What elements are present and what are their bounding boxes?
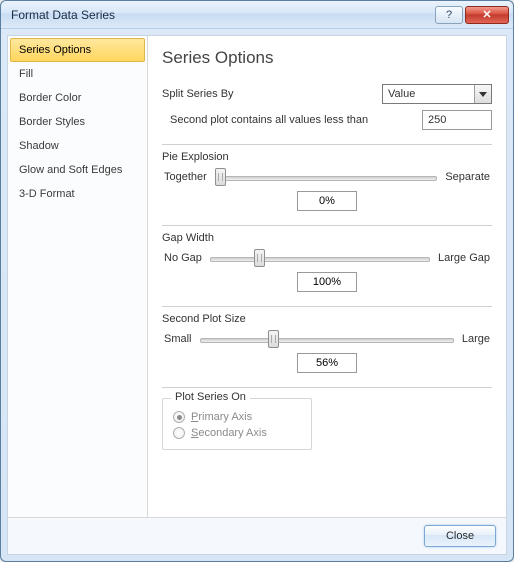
slider-thumb-icon[interactable] [215,168,226,186]
radio-icon [173,411,185,423]
sidebar-item-border-color[interactable]: Border Color [10,86,145,110]
content-pane: Series Options Split Series By Value Sec… [148,36,506,517]
second-plot-threshold-input[interactable]: 250 [422,110,492,130]
section-title: Series Options [162,48,492,68]
radio-icon [173,427,185,439]
second-plot-size-max: Large [462,333,490,345]
client-area: Series OptionsFillBorder ColorBorder Sty… [7,35,507,555]
plot-series-on-title: Plot Series On [171,391,250,403]
sidebar-item-glow-and-soft-edges[interactable]: Glow and Soft Edges [10,158,145,182]
split-by-label: Split Series By [162,88,234,100]
plot-series-on-group: Plot Series On Primary Axis Secondary Ax… [162,398,312,450]
second-plot-size-group: Second Plot Size Small Large 56% [162,306,492,373]
pie-explosion-value[interactable]: 0% [297,191,357,211]
pie-explosion-group: Pie Explosion Together Separate 0% [162,144,492,211]
slider-thumb-icon[interactable] [254,249,265,267]
sidebar-item-fill[interactable]: Fill [10,62,145,86]
sidebar-item-3-d-format[interactable]: 3-D Format [10,182,145,206]
chevron-down-icon [474,85,491,103]
primary-axis-radio: Primary Axis [173,411,301,423]
dialog-window: Format Data Series ? ✕ Series OptionsFil… [0,0,514,562]
sidebar: Series OptionsFillBorder ColorBorder Sty… [8,36,148,517]
pie-explosion-max: Separate [445,171,490,183]
secondary-axis-radio: Secondary Axis [173,427,301,439]
close-button[interactable]: Close [424,525,496,547]
pie-explosion-min: Together [164,171,207,183]
gap-width-min: No Gap [164,252,202,264]
slider-thumb-icon[interactable] [268,330,279,348]
pie-explosion-slider[interactable] [215,169,438,185]
sidebar-item-series-options[interactable]: Series Options [10,38,145,62]
window-title: Format Data Series [11,8,435,22]
second-plot-threshold-label: Second plot contains all values less tha… [170,114,368,126]
gap-width-title: Gap Width [162,232,492,244]
titlebar: Format Data Series ? ✕ [1,1,513,29]
dialog-footer: Close [8,517,506,554]
close-window-button[interactable]: ✕ [465,6,509,24]
split-by-select[interactable]: Value [382,84,492,104]
sidebar-item-border-styles[interactable]: Border Styles [10,110,145,134]
gap-width-group: Gap Width No Gap Large Gap 100% [162,225,492,292]
gap-width-slider[interactable] [210,250,430,266]
sidebar-item-shadow[interactable]: Shadow [10,134,145,158]
second-plot-size-min: Small [164,333,192,345]
pie-explosion-title: Pie Explosion [162,151,492,163]
help-button[interactable]: ? [435,6,463,24]
gap-width-max: Large Gap [438,252,490,264]
second-plot-size-title: Second Plot Size [162,313,492,325]
second-plot-size-slider[interactable] [200,331,454,347]
gap-width-value[interactable]: 100% [297,272,357,292]
second-plot-size-value[interactable]: 56% [297,353,357,373]
